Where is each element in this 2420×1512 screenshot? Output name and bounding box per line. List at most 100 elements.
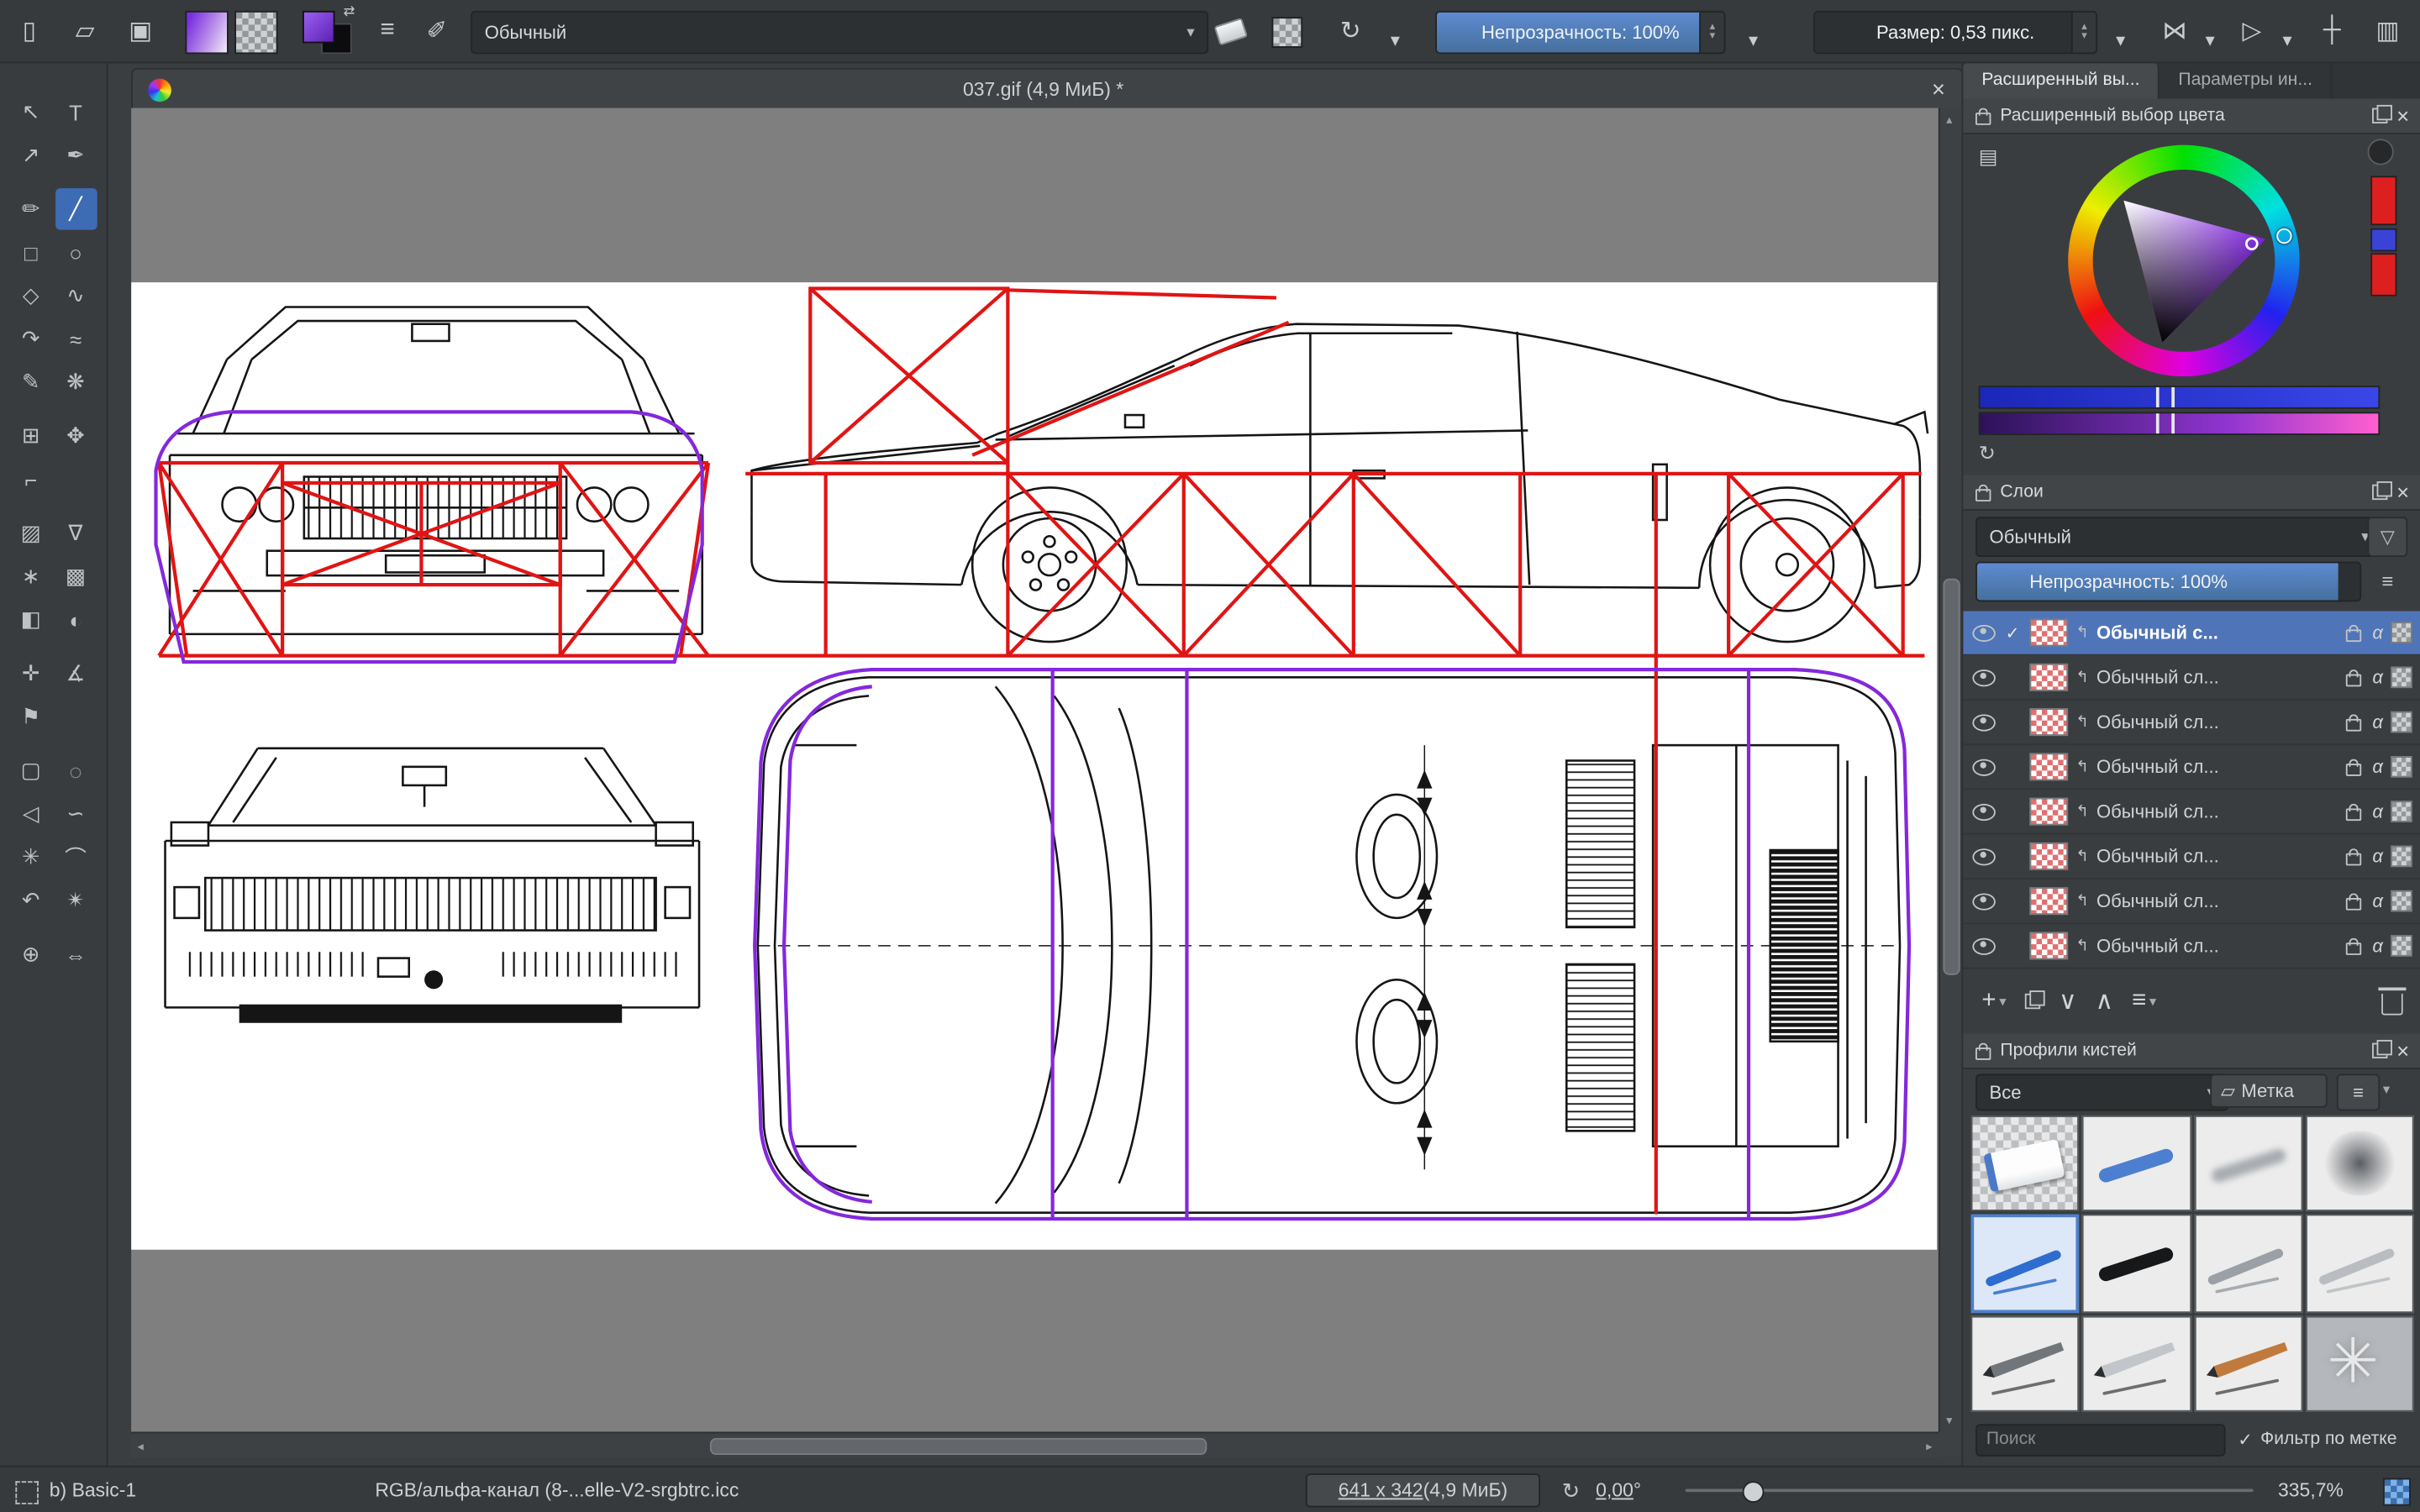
alpha-icon[interactable]: α bbox=[2372, 801, 2383, 822]
foreground-background-colors[interactable]: ⇄ bbox=[302, 8, 352, 54]
preserve-alpha-icon[interactable] bbox=[1271, 17, 1302, 48]
inherit-alpha-icon[interactable] bbox=[2391, 890, 2412, 912]
freehand-path-tool[interactable]: ≈ bbox=[55, 318, 97, 360]
visibility-icon[interactable] bbox=[1972, 669, 1996, 685]
brush-preset-tile[interactable] bbox=[2194, 1316, 2302, 1412]
size-spinbox[interactable]: Размер: 0,53 пикс. ▴▾ bbox=[1813, 11, 2097, 54]
rect-select-tool[interactable]: ▢ bbox=[10, 750, 52, 792]
zoom-level[interactable]: 335,7% bbox=[2278, 1479, 2344, 1501]
smart-patch-tool[interactable]: ▩ bbox=[55, 555, 97, 597]
visibility-icon[interactable] bbox=[1972, 713, 1996, 730]
alpha-icon[interactable]: α bbox=[2372, 711, 2383, 733]
lock-icon[interactable] bbox=[1975, 112, 1991, 124]
close-icon[interactable]: × bbox=[2396, 105, 2409, 127]
brush-preset-tile[interactable]: ✳ bbox=[2306, 1316, 2414, 1412]
reference-images-tool[interactable]: ⚑ bbox=[10, 696, 52, 738]
lock-icon[interactable] bbox=[2346, 763, 2361, 775]
layer-row[interactable]: ↰Обычный сл...α bbox=[1963, 924, 2420, 969]
tag-dropdown[interactable]: ▱ Метка bbox=[2210, 1074, 2328, 1107]
foreground-color[interactable] bbox=[302, 11, 335, 44]
saturation-slider[interactable] bbox=[1979, 412, 2381, 435]
pan-tool[interactable]: ⇔ bbox=[55, 933, 97, 975]
lock-icon[interactable] bbox=[2346, 628, 2361, 641]
pattern-edit-tool[interactable]: ∗ bbox=[10, 555, 52, 597]
tag-filter-checkbox[interactable]: ✓ Фильтр по метке bbox=[2238, 1429, 2396, 1451]
brush-preset-tile[interactable] bbox=[1971, 1215, 2080, 1314]
lock-icon[interactable] bbox=[1975, 488, 1991, 501]
zoom-tool[interactable]: ⊕ bbox=[10, 933, 52, 975]
alpha-icon[interactable]: α bbox=[2372, 890, 2383, 912]
workspace-chooser-icon[interactable]: ▥ bbox=[2368, 13, 2408, 50]
inherit-alpha-icon[interactable] bbox=[2391, 846, 2412, 868]
visibility-icon[interactable] bbox=[1972, 893, 1996, 910]
brush-preset-tile[interactable] bbox=[2306, 1215, 2414, 1314]
fill-tool[interactable]: ◧ bbox=[10, 599, 52, 641]
fuzzy-select-tool[interactable]: ✴ bbox=[55, 879, 97, 921]
tab-advanced-color-selector[interactable]: Расширенный вы... bbox=[1963, 61, 2160, 98]
line-tool[interactable]: ╱ bbox=[55, 188, 97, 230]
save-document-icon[interactable]: ▣ bbox=[120, 13, 160, 50]
layer-row[interactable]: ↰Обычный сл...α bbox=[1963, 879, 2420, 924]
close-icon[interactable]: × bbox=[2396, 1040, 2409, 1062]
lock-icon[interactable] bbox=[2346, 942, 2361, 954]
polygon-tool[interactable]: ◇ bbox=[10, 275, 52, 317]
view-mode-button[interactable]: ≡ bbox=[2337, 1074, 2380, 1110]
chevron-down-icon[interactable]: ▾ bbox=[2108, 22, 2133, 59]
canvas-horizontal-scrollbar[interactable]: ◂ ▸ bbox=[131, 1431, 1939, 1457]
visibility-icon[interactable] bbox=[1972, 937, 1996, 954]
trim-canvas-icon[interactable]: ┼ bbox=[2312, 13, 2352, 50]
bezier-select-tool[interactable]: ↶ bbox=[10, 879, 52, 921]
scroll-down-icon[interactable]: ▾ bbox=[1946, 1413, 1952, 1427]
recent-color-swatch[interactable] bbox=[2370, 176, 2396, 225]
delete-layer-button[interactable] bbox=[2381, 994, 2403, 1016]
dynamic-brush-tool[interactable]: ✎ bbox=[10, 361, 52, 403]
color-triangle[interactable] bbox=[2068, 145, 2300, 377]
recent-color-swatch[interactable] bbox=[2370, 253, 2396, 296]
assistants-tool[interactable]: ✛ bbox=[10, 653, 52, 695]
opacity-spinner[interactable]: ▴▾ bbox=[1699, 13, 1723, 53]
open-document-icon[interactable]: ▱ bbox=[65, 13, 105, 50]
visibility-icon[interactable] bbox=[1972, 803, 1996, 820]
alpha-icon[interactable]: α bbox=[2372, 846, 2383, 868]
layer-row[interactable]: ↰Обычный сл...α bbox=[1963, 656, 2420, 701]
enclose-fill-tool[interactable]: ◐ bbox=[55, 599, 97, 641]
alpha-icon[interactable]: α bbox=[2372, 756, 2383, 778]
add-layer-button[interactable]: +▾ bbox=[1981, 988, 2006, 1016]
recent-color-swatch[interactable] bbox=[2370, 228, 2396, 252]
horizontal-scroll-thumb[interactable] bbox=[710, 1438, 1207, 1455]
transform-tool[interactable]: ⊞ bbox=[10, 415, 52, 457]
freehand-select-tool[interactable]: ∽ bbox=[55, 793, 97, 835]
calligraphy-tool[interactable]: ✒ bbox=[55, 134, 97, 176]
move-tool[interactable]: ✥ bbox=[55, 415, 97, 457]
lock-icon[interactable] bbox=[2346, 897, 2361, 910]
hue-slider[interactable] bbox=[1979, 386, 2381, 409]
layer-row[interactable]: ↰Обычный сл...α bbox=[1963, 701, 2420, 745]
color-sampler-tool[interactable]: ∇ bbox=[55, 512, 97, 554]
brush-preset-tile[interactable] bbox=[2194, 1215, 2302, 1314]
reload-preset-icon[interactable]: ↻ bbox=[1330, 13, 1370, 50]
inherit-alpha-icon[interactable] bbox=[2391, 756, 2412, 778]
freehand-brush-tool[interactable]: ✏ bbox=[10, 188, 52, 230]
size-spinner[interactable]: ▴▾ bbox=[2071, 13, 2096, 53]
canvas-vertical-scrollbar[interactable]: ▴ ▾ bbox=[1939, 108, 1962, 1432]
brush-preset-tile[interactable] bbox=[2082, 1116, 2191, 1211]
chevron-down-icon[interactable]: ▾ bbox=[2275, 22, 2299, 59]
mirror-horizontal-icon[interactable]: ⋈ bbox=[2154, 13, 2195, 50]
inherit-alpha-icon[interactable] bbox=[2391, 935, 2412, 957]
layer-row[interactable]: ↰Обычный сл...α bbox=[1963, 745, 2420, 790]
lock-icon[interactable] bbox=[2346, 718, 2361, 731]
multibrush-tool[interactable]: ❋ bbox=[55, 361, 97, 403]
opacity-spinbox[interactable]: Непрозрачность: 100% ▴▾ bbox=[1435, 11, 1725, 54]
inherit-alpha-icon[interactable] bbox=[2391, 711, 2412, 733]
document-tab-bar[interactable]: 037.gif (4,9 МиБ) * × bbox=[131, 68, 1963, 110]
scroll-up-icon[interactable]: ▴ bbox=[1946, 113, 1952, 127]
chevron-down-icon[interactable]: ▾ bbox=[1383, 22, 1407, 59]
image-dimensions-badge[interactable]: 641 x 342 (4,9 МиБ) bbox=[1306, 1473, 1540, 1507]
float-docker-icon[interactable] bbox=[2372, 485, 2387, 500]
float-docker-icon[interactable] bbox=[2372, 1043, 2387, 1058]
lock-icon[interactable] bbox=[2346, 674, 2361, 686]
visibility-icon[interactable] bbox=[1972, 624, 1996, 641]
scroll-right-icon[interactable]: ▸ bbox=[1926, 1440, 1932, 1454]
alpha-icon[interactable]: α bbox=[2372, 666, 2383, 688]
eraser-mode-icon[interactable] bbox=[1210, 13, 1250, 50]
